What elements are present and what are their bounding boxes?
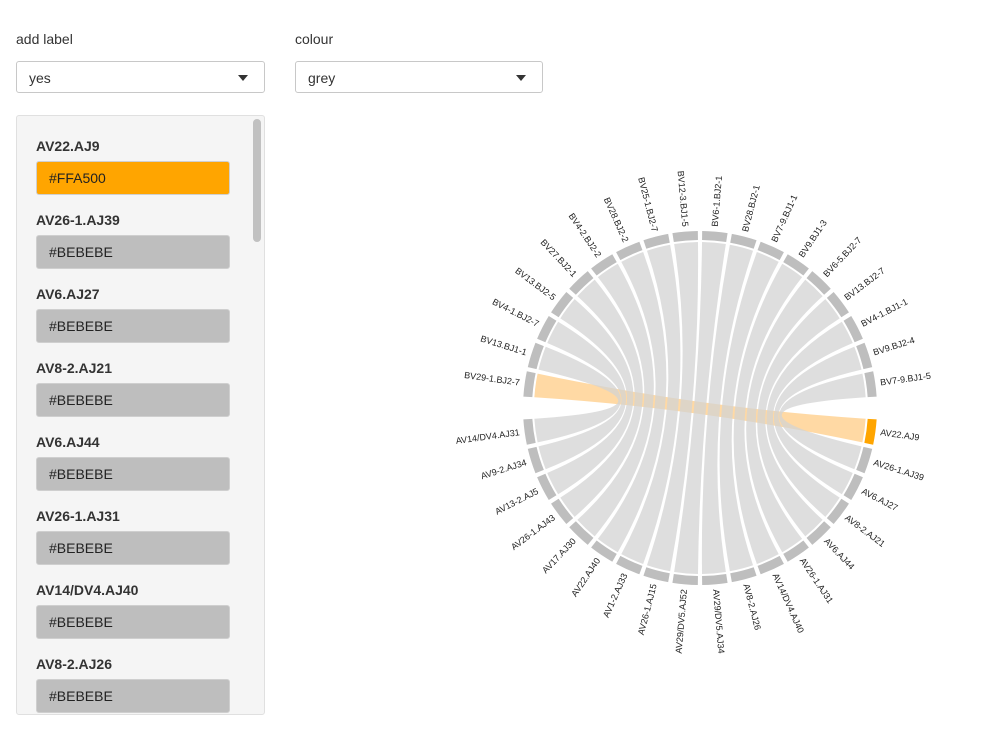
item-name: AV14/DV4.AJ40 <box>36 582 139 598</box>
color-picker-list: AV22.AJ9 #FFA500 AV26-1.AJ39 #BEBEBE AV6.AJ2… <box>17 116 250 714</box>
chord-sector-label: AV26-1.AJ31 <box>798 556 835 605</box>
chord-sector-label: BV25-1.BJ2-7 <box>636 176 660 233</box>
color-input[interactable]: #BEBEBE <box>36 457 230 491</box>
chord-sector-label: AV29/DV5.AJ52 <box>674 589 689 654</box>
color-input[interactable]: #BEBEBE <box>36 531 230 565</box>
panel-scrollbar[interactable] <box>253 119 261 711</box>
chord-sector-label: BV13.BJ1-1 <box>479 333 528 357</box>
color-input[interactable]: #BEBEBE <box>36 383 230 417</box>
chord-sector <box>523 371 536 398</box>
color-input[interactable]: #BEBEBE <box>36 679 230 713</box>
chevron-down-icon <box>238 75 248 81</box>
color-list-item: AV6.AJ27 #BEBEBE <box>36 285 230 343</box>
item-name: AV22.AJ9 <box>36 138 100 154</box>
chord-sector-label: BV29-1.BJ2-7 <box>464 370 521 388</box>
chord-sector-label: BV28.BJ2-1 <box>740 184 762 233</box>
chord-sector-label: AV13-2.AJ5 <box>493 486 540 517</box>
color-input[interactable]: #BEBEBE <box>36 605 230 639</box>
chord-sector-label: AV1-2.AJ33 <box>601 572 630 619</box>
colour-select[interactable]: grey <box>295 61 543 93</box>
color-picker-panel: AV22.AJ9 #FFA500 AV26-1.AJ39 #BEBEBE AV6.AJ2… <box>16 115 265 715</box>
color-input[interactable]: #BEBEBE <box>36 309 230 343</box>
chord-sector-label: BV9.BJ2-4 <box>872 335 916 357</box>
chord-sector <box>672 231 698 243</box>
chord-sector-label: BV4-1.BJ1-1 <box>859 297 909 329</box>
color-list-item: AV8-2.AJ21 #BEBEBE <box>36 359 230 417</box>
chord-sector-label: AV6.AJ44 <box>822 536 856 571</box>
chord-sector-label: BV7-9.BJ1-5 <box>880 371 932 388</box>
item-name: AV8-2.AJ21 <box>36 360 113 376</box>
chord-sector <box>702 231 728 243</box>
chord-sector-label: AV26-1.AJ15 <box>636 583 659 636</box>
color-list-item: AV26-1.AJ31 #BEBEBE <box>36 507 230 565</box>
chord-sector-label: BV13.BJ2-7 <box>842 266 886 303</box>
color-input[interactable]: #FFA500 <box>36 161 230 195</box>
chord-sector-label: AV8-2.AJ26 <box>741 583 763 631</box>
chevron-down-icon <box>516 75 526 81</box>
chord-sector-label: AV8-2.AJ21 <box>843 513 887 549</box>
chord-sector-label: BV6-5.BJ2-7 <box>821 235 863 279</box>
chord-sector-label: BV9.BJ1-3 <box>797 218 829 259</box>
item-name: AV26-1.AJ31 <box>36 508 120 524</box>
chord-sector-label: AV14/DV4.AJ31 <box>455 427 520 446</box>
color-list-item: AV22.AJ9 #FFA500 <box>36 137 230 195</box>
chord-sector-label: AV26-1.AJ43 <box>509 513 557 552</box>
chord-sector <box>864 418 877 445</box>
chord-sector-label: BV7-9.BJ1-1 <box>769 193 799 244</box>
chord-sector-label: BV27.BJ2-1 <box>538 237 578 279</box>
chord-sector-label: BV6-1.BJ2-1 <box>710 175 724 227</box>
chord-sector <box>523 418 536 445</box>
chord-sector-label: AV22.AJ9 <box>880 427 920 442</box>
item-name: AV26-1.AJ39 <box>36 212 120 228</box>
chord-sector-label: BV13.BJ2-5 <box>513 266 557 303</box>
item-name: AV6.AJ44 <box>36 434 100 450</box>
chord-sector-label: AV22.AJ40 <box>569 556 602 598</box>
chord-sector-label: AV29/DV5.AJ34 <box>711 589 726 654</box>
item-name: AV8-2.AJ26 <box>36 656 113 672</box>
add-label-label: add label <box>16 31 73 47</box>
color-list-item: AV8-2.AJ26 #BEBEBE <box>36 655 230 713</box>
chord-sector-label: BV4-1.BJ2-7 <box>491 297 541 329</box>
chord-sector-label: AV6.AJ27 <box>860 486 900 513</box>
color-list-item: AV14/DV4.AJ40 #BEBEBE <box>36 581 230 639</box>
color-list-item: AV6.AJ44 #BEBEBE <box>36 433 230 491</box>
item-name: AV6.AJ27 <box>36 286 100 302</box>
chord-sector-label: BV12-3.BJ1-5 <box>676 170 691 227</box>
scrollbar-thumb[interactable] <box>253 119 261 242</box>
chord-sector-label: AV17.AJ30 <box>540 536 578 575</box>
chord-diagram: BV7-9.BJ1-5BV9.BJ2-4BV4-1.BJ1-1BV13.BJ2-… <box>455 170 932 654</box>
colour-value: grey <box>308 70 336 86</box>
color-input[interactable]: #BEBEBE <box>36 235 230 269</box>
chord-sector-label: BV4-2.BJ2-2 <box>567 211 604 259</box>
colour-label: colour <box>295 31 334 47</box>
chord-sector-label: BV28.BJ2-2 <box>602 196 631 244</box>
add-label-value: yes <box>29 70 51 86</box>
color-list-item: AV26-1.AJ39 #BEBEBE <box>36 211 230 269</box>
add-label-select[interactable]: yes <box>16 61 265 93</box>
chord-sector <box>672 573 698 585</box>
chord-sector-label: AV9-2.AJ34 <box>480 457 528 481</box>
chord-sector-label: AV14/DV4.AJ40 <box>771 572 806 635</box>
chord-sector-label: AV26-1.AJ39 <box>872 457 925 482</box>
chord-sector <box>702 573 728 585</box>
chord-sector <box>864 371 877 398</box>
